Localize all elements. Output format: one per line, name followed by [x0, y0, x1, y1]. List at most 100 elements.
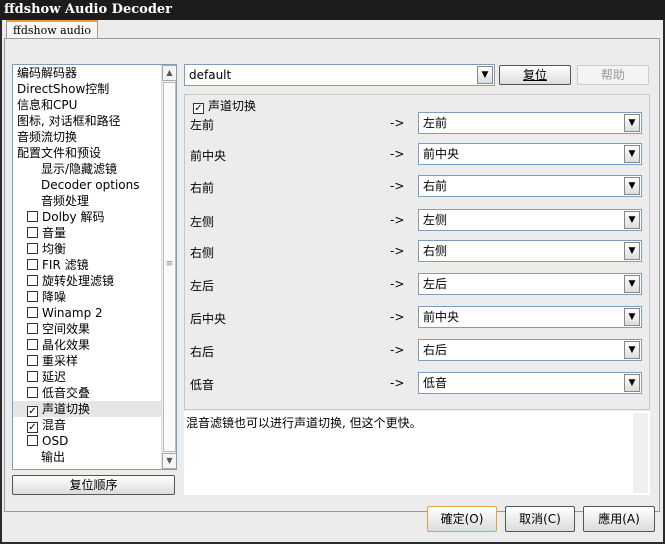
- checkbox[interactable]: [27, 227, 38, 238]
- target-channel-select[interactable]: 前中央 ▼: [418, 306, 642, 328]
- checkbox[interactable]: [27, 259, 38, 270]
- chevron-down-icon[interactable]: ▼: [624, 275, 640, 293]
- ok-button[interactable]: 確定(O): [427, 506, 497, 532]
- help-button[interactable]: 帮助: [577, 65, 649, 85]
- tree-item[interactable]: DirectShow控制: [13, 81, 176, 97]
- chevron-down-icon[interactable]: ▼: [624, 341, 640, 359]
- tree-item[interactable]: OSD: [13, 433, 176, 449]
- target-channel-select[interactable]: 右前 ▼: [418, 175, 642, 197]
- chevron-down-icon[interactable]: ▼: [624, 374, 640, 392]
- chevron-down-icon[interactable]: ▼: [624, 177, 640, 195]
- tree-item[interactable]: 延迟: [13, 369, 176, 385]
- chevron-down-icon[interactable]: ▼: [624, 145, 640, 163]
- tree-item-label: 图标, 对话框和路径: [17, 114, 121, 128]
- tree-item[interactable]: 音量: [13, 225, 176, 241]
- tree-item-label: 音频处理: [41, 194, 90, 208]
- tab-ffdshow-audio[interactable]: ffdshow audio: [6, 20, 98, 39]
- tree-item[interactable]: 音频流切换: [13, 129, 176, 145]
- tree-item[interactable]: Dolby 解码: [13, 209, 176, 225]
- chevron-down-icon[interactable]: ▼: [624, 114, 640, 132]
- target-channel-select[interactable]: 低音 ▼: [418, 372, 642, 394]
- chevron-down-icon[interactable]: ▼: [624, 211, 640, 229]
- title-bar: ffdshow Audio Decoder: [0, 0, 665, 20]
- checkbox[interactable]: ✓: [27, 406, 38, 417]
- tree-item-label: DirectShow控制: [17, 82, 110, 96]
- tree-item-label: 低音交叠: [42, 386, 91, 400]
- checkbox[interactable]: [27, 371, 38, 382]
- target-channel-select[interactable]: 左前 ▼: [418, 112, 642, 134]
- tree-scrollbar[interactable]: ▲ ≡ ▼: [161, 65, 176, 469]
- tree-item[interactable]: Decoder options: [13, 177, 176, 193]
- checkbox[interactable]: [27, 243, 38, 254]
- description-scrollbar[interactable]: [633, 413, 648, 493]
- checkbox[interactable]: [27, 291, 38, 302]
- checkbox[interactable]: ✓: [27, 422, 38, 433]
- target-channel-select[interactable]: 左后 ▼: [418, 273, 642, 295]
- tree-item-label: OSD: [42, 434, 69, 448]
- tree-item[interactable]: Winamp 2: [13, 305, 176, 321]
- target-channel-select[interactable]: 前中央 ▼: [418, 143, 642, 165]
- tree-item[interactable]: 音频处理: [13, 193, 176, 209]
- tree-item-label: 混音: [42, 418, 67, 432]
- checkbox[interactable]: [27, 323, 38, 334]
- target-channel-select[interactable]: 右侧 ▼: [418, 240, 642, 262]
- tree-item-label: 编码解码器: [17, 66, 78, 80]
- tree-item[interactable]: 显示/隐藏滤镜: [13, 161, 176, 177]
- checkbox[interactable]: [27, 307, 38, 318]
- tree-item[interactable]: ✓ 混音: [13, 417, 176, 433]
- tree-item[interactable]: 旋转处理滤镜: [13, 273, 176, 289]
- chevron-down-icon[interactable]: ▼: [477, 66, 493, 84]
- scroll-down-icon[interactable]: ▼: [162, 453, 176, 469]
- tree-item[interactable]: 重采样: [13, 353, 176, 369]
- target-channel-select[interactable]: 右后 ▼: [418, 339, 642, 361]
- tree-item[interactable]: 降噪: [13, 289, 176, 305]
- chevron-down-icon[interactable]: ▼: [624, 242, 640, 260]
- cancel-button[interactable]: 取消(C): [505, 506, 575, 532]
- arrow-label: ->: [390, 179, 405, 193]
- tree-item[interactable]: 空间效果: [13, 321, 176, 337]
- description-box: 混音滤镜也可以进行声道切换, 但这个更快。: [184, 411, 650, 495]
- tree-item-label: 声道切换: [42, 402, 91, 416]
- apply-button[interactable]: 應用(A): [583, 506, 655, 532]
- scroll-up-icon[interactable]: ▲: [162, 65, 176, 81]
- target-channel-value: 右前: [423, 179, 448, 193]
- tree-item-label: FIR 滤镜: [42, 258, 89, 272]
- source-channel: 低音: [190, 378, 215, 392]
- scroll-thumb[interactable]: ≡: [163, 82, 176, 452]
- channel-row: 左后 -> 左后 ▼: [185, 273, 649, 295]
- tree-item[interactable]: 编码解码器: [13, 65, 176, 81]
- tree-item[interactable]: 均衡: [13, 241, 176, 257]
- target-channel-select[interactable]: 左侧 ▼: [418, 209, 642, 231]
- tree-item[interactable]: ✓ 声道切换: [13, 401, 176, 417]
- tree-item[interactable]: 图标, 对话框和路径: [13, 113, 176, 129]
- arrow-label: ->: [390, 213, 405, 227]
- arrow-label: ->: [390, 244, 405, 258]
- checkbox[interactable]: [27, 211, 38, 222]
- checkbox[interactable]: [27, 275, 38, 286]
- tree-item-label: Winamp 2: [42, 306, 103, 320]
- target-channel-value: 右侧: [423, 244, 448, 258]
- reset-button[interactable]: 复位: [499, 65, 571, 85]
- tree-item[interactable]: 配置文件和预设: [13, 145, 176, 161]
- checkbox[interactable]: [27, 339, 38, 350]
- checkbox[interactable]: [27, 355, 38, 366]
- chevron-down-icon[interactable]: ▼: [624, 308, 640, 326]
- tab-pane: 编码解码器 DirectShow控制 信息和CPU 图标, 对话框和路径 音频流切换 配置…: [4, 38, 660, 512]
- tree-item-label: 配置文件和预设: [17, 146, 102, 160]
- channel-row: 前中央 -> 前中央 ▼: [185, 143, 649, 165]
- tree-item[interactable]: FIR 滤镜: [13, 257, 176, 273]
- channel-row: 低音 -> 低音 ▼: [185, 372, 649, 394]
- checkbox[interactable]: [27, 435, 38, 446]
- arrow-label: ->: [390, 277, 405, 291]
- tree-item[interactable]: 低音交叠: [13, 385, 176, 401]
- filter-tree[interactable]: 编码解码器 DirectShow控制 信息和CPU 图标, 对话框和路径 音频流切换 配置…: [12, 64, 177, 470]
- target-channel-value: 左侧: [423, 213, 448, 227]
- tree-item[interactable]: 信息和CPU: [13, 97, 176, 113]
- tree-item-label: 音量: [42, 226, 67, 240]
- source-channel: 右后: [190, 345, 215, 359]
- preset-select[interactable]: default ▼: [184, 64, 495, 86]
- checkbox[interactable]: [27, 387, 38, 398]
- tree-item[interactable]: 晶化效果: [13, 337, 176, 353]
- reset-order-button[interactable]: 复位顺序: [12, 475, 175, 495]
- tree-item[interactable]: 输出: [13, 449, 176, 465]
